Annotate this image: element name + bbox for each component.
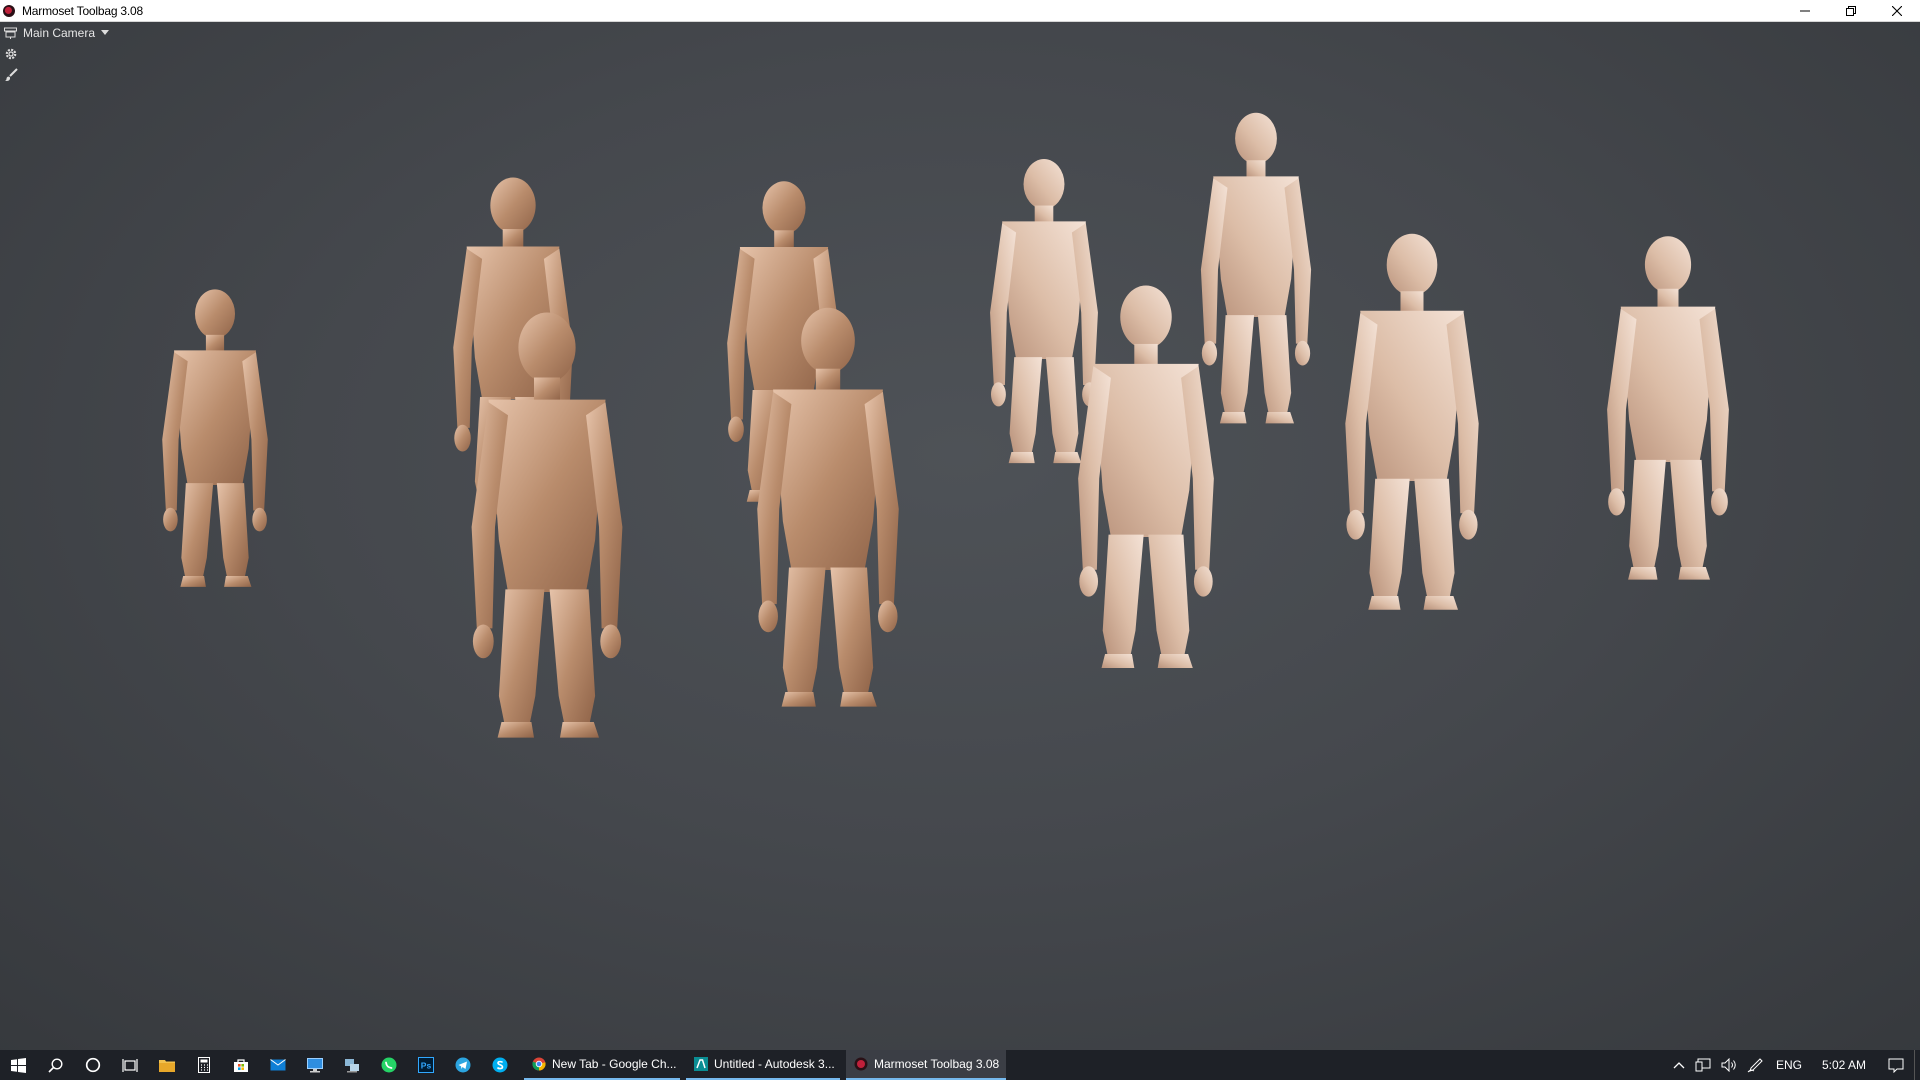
calculator-icon [197,1057,210,1073]
close-icon [1892,6,1902,16]
mail-icon [269,1059,286,1071]
start-button[interactable] [0,1050,37,1080]
chevron-up-icon [1673,1062,1685,1069]
search-button[interactable] [37,1050,74,1080]
start-icon [11,1057,26,1073]
figure-10 [1345,233,1479,610]
taskbar-task-marmoset[interactable]: Marmoset Toolbag 3.08 [846,1050,1006,1080]
task-label: New Tab - Google Ch... [552,1057,677,1071]
photoshop-label: Ps [420,1061,431,1071]
task-label: Marmoset Toolbag 3.08 [874,1057,1000,1071]
task-view-icon [121,1058,138,1072]
window-controls [1782,0,1920,22]
figure-4 [990,159,1098,464]
cortana-button[interactable] [74,1050,111,1080]
taskbar-task-chrome[interactable]: New Tab - Google Ch... [524,1050,680,1080]
skype-button[interactable] [481,1050,518,1080]
taskbar-task-3dsmax[interactable]: Untitled - Autodesk 3... [686,1050,840,1080]
show-hidden-icons-button[interactable] [1668,1050,1690,1080]
show-desktop-button[interactable] [1914,1050,1920,1080]
network-status-icon [1695,1058,1711,1072]
cortana-icon [85,1057,100,1073]
task-view-button[interactable] [111,1050,148,1080]
telegram-icon [455,1057,470,1073]
3dsmax-icon [694,1057,708,1071]
restore-button[interactable] [1828,0,1874,22]
store-button[interactable] [222,1050,259,1080]
pen-workspace-button[interactable] [1742,1050,1768,1080]
store-icon [233,1058,248,1072]
notifications-button[interactable] [1878,1050,1914,1080]
search-icon [48,1057,63,1073]
mail-button[interactable] [259,1050,296,1080]
network-icon [344,1058,359,1072]
window-title: Marmoset Toolbag 3.08 [22,3,143,18]
language-indicator[interactable]: ENG [1768,1050,1810,1080]
photoshop-button[interactable]: Ps [407,1050,444,1080]
whatsapp-button[interactable] [370,1050,407,1080]
network-app-button[interactable] [333,1050,370,1080]
figure-9 [1078,285,1214,669]
figure-5 [1200,112,1312,424]
skype-icon [492,1057,507,1073]
viewport-3d[interactable]: Main Camera [0,22,1920,1050]
close-button[interactable] [1874,0,1920,22]
minimize-icon [1800,10,1810,12]
file-explorer-button[interactable] [148,1050,185,1080]
chrome-icon [532,1057,546,1071]
photoshop-icon: Ps [417,1057,434,1073]
task-label: Untitled - Autodesk 3... [714,1057,835,1071]
whatsapp-icon [381,1057,396,1073]
marmoset-icon [3,4,15,17]
volume-button[interactable] [1716,1050,1742,1080]
system-tray: ENG 5:02 AM [1668,1050,1920,1080]
scene-render [162,112,1729,738]
restore-icon [1846,6,1856,16]
pen-icon [1747,1058,1763,1073]
notifications-icon [1888,1058,1904,1073]
figure-1 [162,289,268,587]
clock[interactable]: 5:02 AM [1810,1050,1878,1080]
title-bar: Marmoset Toolbag 3.08 [0,0,1920,22]
minimize-button[interactable] [1782,0,1828,22]
marmoset-icon [854,1057,868,1071]
remote-desktop-icon [306,1057,323,1072]
figure-6 [1607,236,1729,580]
calculator-button[interactable] [185,1050,222,1080]
taskbar: Ps New Tab - Google Ch... Untitled - Aut… [0,1050,1920,1080]
file-explorer-icon [158,1060,175,1072]
telegram-button[interactable] [444,1050,481,1080]
volume-icon [1721,1058,1736,1072]
network-status-button[interactable] [1690,1050,1716,1080]
remote-desktop-button[interactable] [296,1050,333,1080]
